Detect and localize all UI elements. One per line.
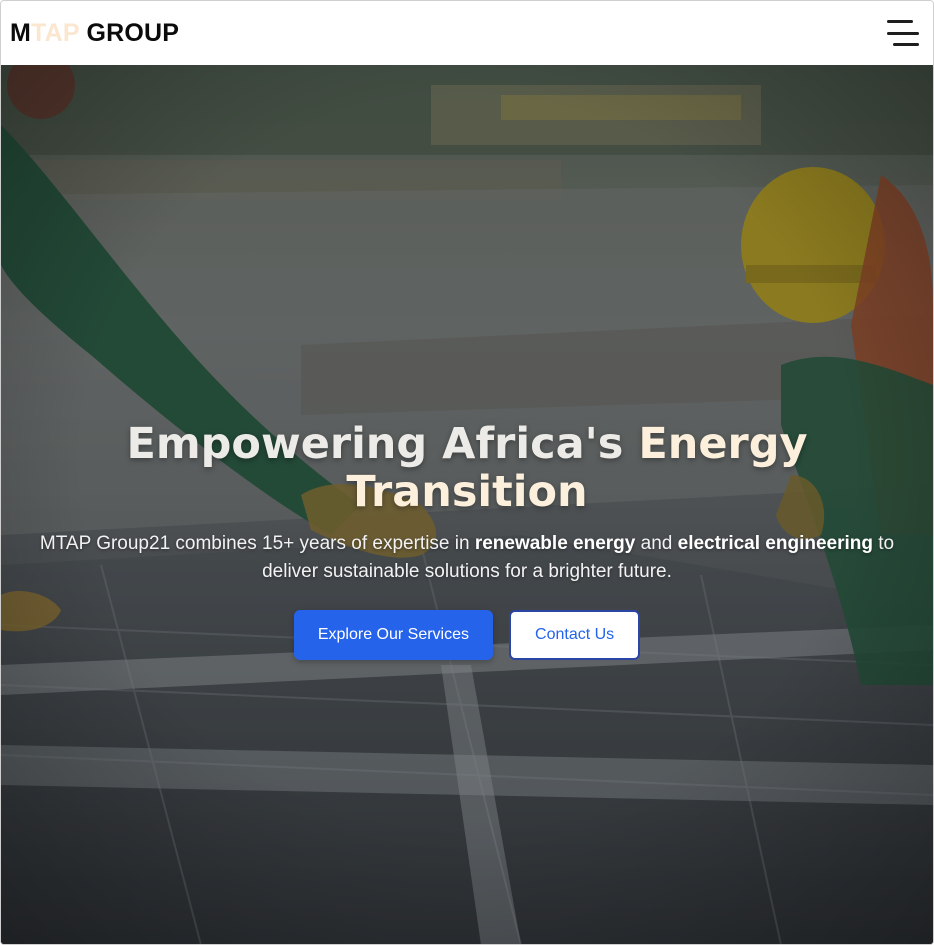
site-header: MTAP GROUP [1, 1, 933, 65]
logo-accent: TAP [31, 18, 80, 47]
menu-line [887, 20, 913, 23]
hero-content: Empowering Africa's Energy Transition MTA… [1, 420, 933, 660]
logo-prefix: M [10, 18, 32, 47]
site-logo[interactable]: MTAP GROUP [10, 18, 180, 47]
hero-subtitle-part1: MTAP Group21 combines 15+ years of exper… [39, 533, 475, 554]
hero-title-part1: Empowering Africa's [126, 419, 639, 469]
hero-section: Empowering Africa's Energy Transition MTA… [1, 65, 933, 944]
explore-services-button[interactable]: Explore Our Services [293, 610, 494, 660]
hero-subtitle-bold1: renewable energy [474, 533, 636, 554]
page: MTAP GROUP Empowering Africa's Energy Tr… [0, 0, 934, 945]
hero-title-part2: Transition [346, 467, 588, 517]
menu-line [887, 31, 919, 35]
hero-subtitle-part2: and [635, 533, 678, 554]
menu-line [893, 43, 919, 46]
logo-suffix: GROUP [79, 18, 180, 47]
hamburger-menu-icon[interactable] [887, 20, 919, 46]
hero-cta-row: Explore Our Services Contact Us [1, 610, 933, 660]
hero-subtitle: MTAP Group21 combines 15+ years of exper… [17, 530, 917, 586]
contact-us-button[interactable]: Contact Us [509, 610, 641, 660]
hero-subtitle-bold2: electrical engineering [677, 533, 873, 554]
hero-title-highlight: Energy [638, 419, 808, 469]
hero-title: Empowering Africa's Energy Transition [107, 420, 827, 516]
